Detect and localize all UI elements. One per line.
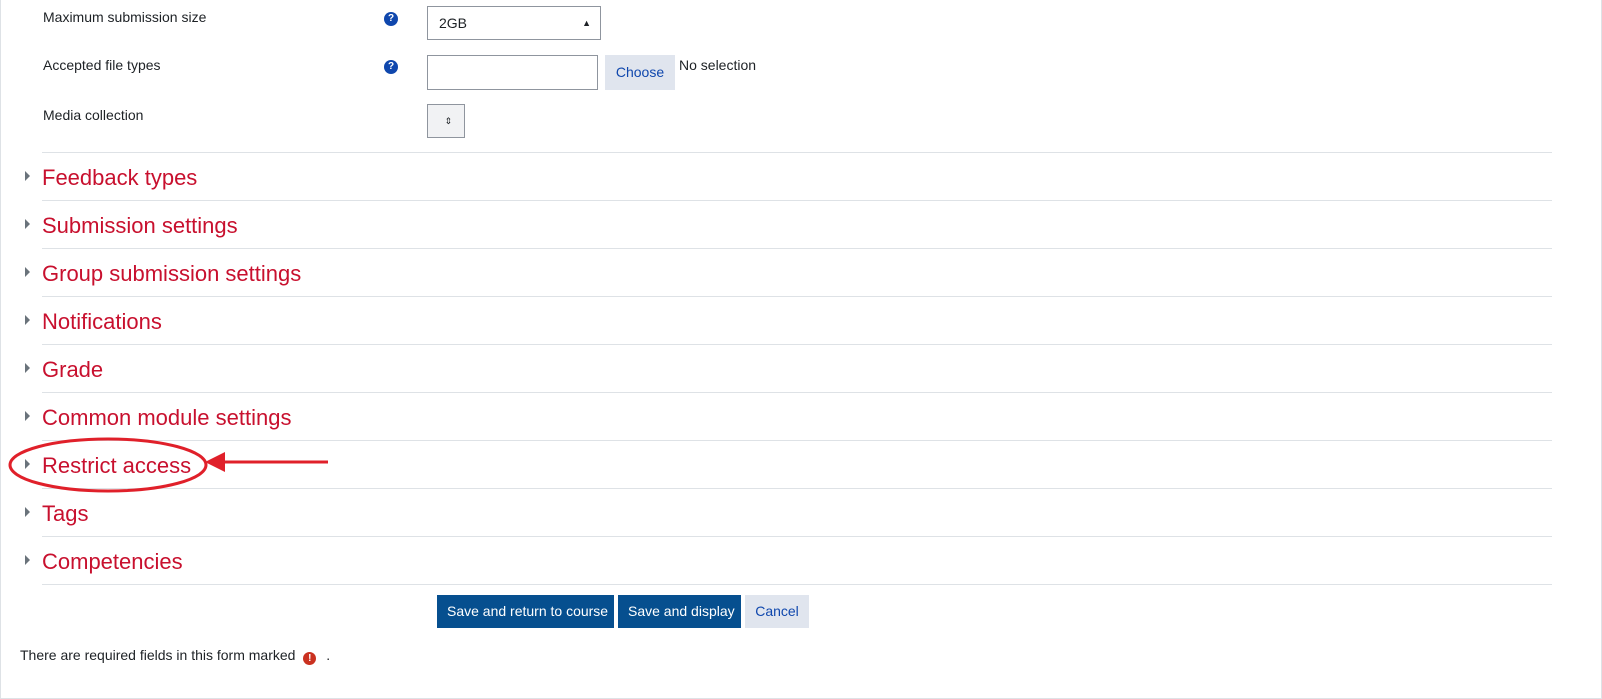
section-title[interactable]: Common module settings bbox=[42, 405, 291, 431]
section-title[interactable]: Submission settings bbox=[42, 213, 238, 239]
section-title[interactable]: Group submission settings bbox=[42, 261, 301, 287]
section-submission-settings[interactable]: Submission settings bbox=[1, 205, 1561, 253]
divider bbox=[42, 488, 1552, 489]
expand-icon bbox=[25, 555, 30, 565]
divider bbox=[42, 200, 1552, 201]
required-icon: ! bbox=[303, 652, 317, 665]
divider bbox=[42, 584, 1552, 585]
section-title[interactable]: Restrict access bbox=[42, 453, 191, 479]
accepted-file-types-input[interactable] bbox=[427, 55, 598, 90]
expand-icon bbox=[25, 219, 30, 229]
media-collection-select[interactable]: ⇕ bbox=[427, 104, 465, 138]
file-types-selection-text: No selection bbox=[679, 57, 757, 73]
max-submission-size-label: Maximum submission size bbox=[43, 9, 207, 25]
section-restrict-access[interactable]: Restrict access bbox=[1, 445, 1561, 493]
section-feedback-types[interactable]: Feedback types bbox=[1, 157, 1561, 205]
divider bbox=[42, 536, 1552, 537]
choose-button[interactable]: Choose bbox=[605, 55, 675, 90]
select-caret-icon: ⇕ bbox=[444, 116, 452, 126]
section-title[interactable]: Competencies bbox=[42, 549, 183, 575]
divider bbox=[42, 152, 1552, 153]
divider bbox=[42, 392, 1552, 393]
section-tags[interactable]: Tags bbox=[1, 493, 1561, 541]
media-collection-label: Media collection bbox=[43, 107, 144, 123]
expand-icon bbox=[25, 459, 30, 469]
section-title[interactable]: Grade bbox=[42, 357, 103, 383]
required-note-suffix: . bbox=[326, 647, 331, 663]
divider bbox=[42, 296, 1552, 297]
section-title[interactable]: Tags bbox=[42, 501, 88, 527]
select-caret-icon: ▲ bbox=[582, 18, 591, 28]
help-icon[interactable]: ? bbox=[384, 12, 398, 26]
section-competencies[interactable]: Competencies bbox=[1, 541, 1561, 589]
expand-icon bbox=[25, 363, 30, 373]
save-and-display-button[interactable]: Save and display bbox=[618, 595, 741, 628]
section-title[interactable]: Notifications bbox=[42, 309, 162, 335]
cancel-button[interactable]: Cancel bbox=[745, 595, 809, 628]
expand-icon bbox=[25, 411, 30, 421]
section-common-module-settings[interactable]: Common module settings bbox=[1, 397, 1561, 445]
expand-icon bbox=[25, 267, 30, 277]
divider bbox=[42, 440, 1552, 441]
section-grade[interactable]: Grade bbox=[1, 349, 1561, 397]
expand-icon bbox=[25, 171, 30, 181]
section-notifications[interactable]: Notifications bbox=[1, 301, 1561, 349]
required-fields-note: There are required fields in this form m… bbox=[20, 647, 330, 665]
accepted-file-types-label: Accepted file types bbox=[43, 57, 161, 73]
section-title[interactable]: Feedback types bbox=[42, 165, 197, 191]
expand-icon bbox=[25, 315, 30, 325]
section-group-submission-settings[interactable]: Group submission settings bbox=[1, 253, 1561, 301]
required-note-text: There are required fields in this form m… bbox=[20, 647, 296, 663]
expand-icon bbox=[25, 507, 30, 517]
form-container: Maximum submission size ? 2GB ▲ Accepted… bbox=[0, 0, 1602, 699]
divider bbox=[42, 344, 1552, 345]
max-submission-size-value: 2GB bbox=[439, 15, 468, 31]
divider bbox=[42, 248, 1552, 249]
help-icon[interactable]: ? bbox=[384, 60, 398, 74]
max-submission-size-select[interactable]: 2GB ▲ bbox=[427, 6, 601, 40]
save-and-return-button[interactable]: Save and return to course bbox=[437, 595, 614, 628]
